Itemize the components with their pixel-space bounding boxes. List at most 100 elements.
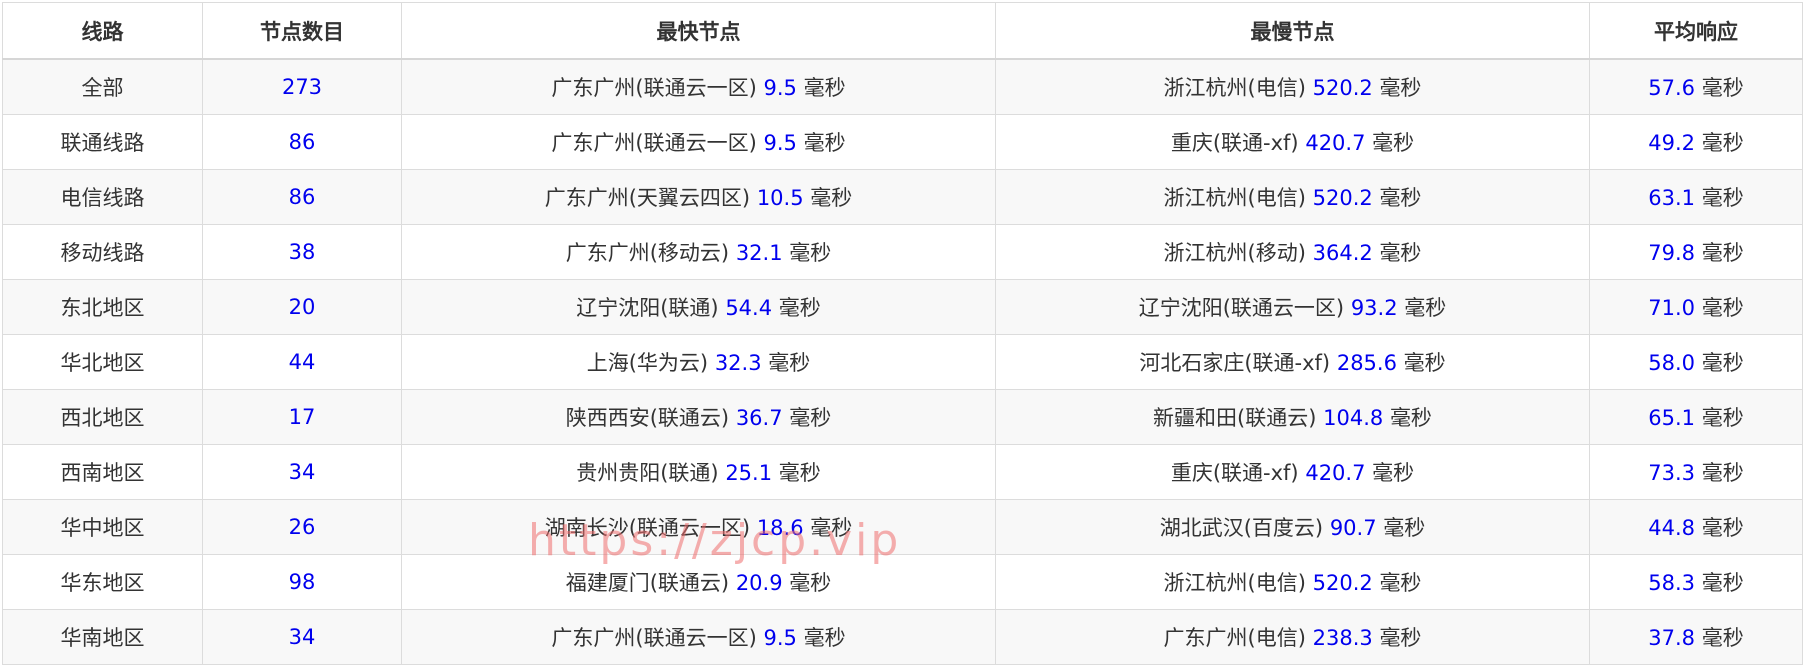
latency-unit: 毫秒: [1372, 131, 1415, 155]
latency-unit: 毫秒: [1701, 241, 1744, 265]
cell-average-response: 44.8 毫秒: [1589, 499, 1803, 555]
table-row: 华南地区 34 广东广州(联通云一区) 9.5 毫秒 广东广州(电信) 238.3 毫…: [2, 609, 1803, 665]
header-slowest-node: 最慢节点: [995, 2, 1590, 60]
latency-unit: 毫秒: [1701, 131, 1744, 155]
cell-node-count: 17: [202, 389, 402, 445]
cell-node-count: 44: [202, 334, 402, 390]
cell-line: 华南地区: [2, 609, 203, 665]
latency-value: 79.8: [1648, 241, 1696, 265]
latency-value: 36.7: [735, 406, 783, 430]
cell-fastest-node: 福建厦门(联通云) 20.9 毫秒: [401, 554, 996, 610]
table-row: 华东地区 98 福建厦门(联通云) 20.9 毫秒 浙江杭州(电信) 520.2 毫秒…: [2, 554, 1803, 610]
latency-unit: 毫秒: [1701, 626, 1744, 650]
latency-unit: 毫秒: [768, 351, 811, 375]
latency-unit: 毫秒: [789, 571, 832, 595]
cell-slowest-node: 广东广州(电信) 238.3 毫秒: [995, 609, 1590, 665]
cell-node-count: 34: [202, 444, 402, 500]
latency-value: 32.3: [714, 351, 762, 375]
table-row: 东北地区 20 辽宁沈阳(联通) 54.4 毫秒 辽宁沈阳(联通云一区) 93.2 毫…: [2, 279, 1803, 335]
latency-value: 420.7: [1305, 131, 1366, 155]
latency-unit: 毫秒: [803, 131, 846, 155]
node-name: 河北石家庄(联通-xf): [1139, 351, 1331, 375]
latency-value: 73.3: [1648, 461, 1696, 485]
cell-fastest-node: 湖南长沙(联通云一区) 18.6 毫秒: [401, 499, 996, 555]
cell-fastest-node: 广东广州(联通云一区) 9.5 毫秒: [401, 609, 996, 665]
latency-value: 285.6: [1336, 351, 1397, 375]
cell-line: 华东地区: [2, 554, 203, 610]
latency-unit: 毫秒: [810, 516, 853, 540]
latency-value: 58.0: [1648, 351, 1696, 375]
node-name: 贵州贵阳(联通): [576, 461, 719, 485]
table-row: 华北地区 44 上海(华为云) 32.3 毫秒 河北石家庄(联通-xf) 285.6 …: [2, 334, 1803, 390]
cell-node-count: 20: [202, 279, 402, 335]
latency-value: 71.0: [1648, 296, 1696, 320]
header-fastest-node: 最快节点: [401, 2, 996, 60]
cell-slowest-node: 浙江杭州(电信) 520.2 毫秒: [995, 554, 1590, 610]
table-row: 移动线路 38 广东广州(移动云) 32.1 毫秒 浙江杭州(移动) 364.2 毫秒…: [2, 224, 1803, 280]
cell-node-count: 86: [202, 169, 402, 225]
table-body: 全部 273 广东广州(联通云一区) 9.5 毫秒 浙江杭州(电信) 520.2 毫秒…: [2, 58, 1803, 665]
latency-unit: 毫秒: [1403, 351, 1446, 375]
node-name: 陕西西安(联通云): [565, 406, 730, 430]
cell-node-count: 26: [202, 499, 402, 555]
cell-fastest-node: 辽宁沈阳(联通) 54.4 毫秒: [401, 279, 996, 335]
latency-unit: 毫秒: [778, 296, 821, 320]
latency-value: 520.2: [1312, 76, 1373, 100]
latency-value: 420.7: [1305, 461, 1366, 485]
latency-value: 58.3: [1648, 571, 1696, 595]
cell-fastest-node: 上海(华为云) 32.3 毫秒: [401, 334, 996, 390]
cell-average-response: 37.8 毫秒: [1589, 609, 1803, 665]
latency-unit: 毫秒: [1701, 571, 1744, 595]
latency-value: 65.1: [1648, 406, 1696, 430]
node-latency-table: 线路 节点数目 最快节点 最慢节点 平均响应 全部 273 广东广州(联通云一区) …: [2, 2, 1803, 665]
latency-unit: 毫秒: [1379, 241, 1422, 265]
node-name: 浙江杭州(电信): [1163, 186, 1306, 210]
table-row: 联通线路 86 广东广州(联通云一区) 9.5 毫秒 重庆(联通-xf) 420.7 …: [2, 114, 1803, 170]
latency-unit: 毫秒: [1379, 186, 1422, 210]
latency-value: 520.2: [1312, 186, 1373, 210]
latency-value: 520.2: [1312, 571, 1373, 595]
cell-fastest-node: 广东广州(联通云一区) 9.5 毫秒: [401, 114, 996, 170]
latency-value: 63.1: [1648, 186, 1696, 210]
latency-unit: 毫秒: [1379, 626, 1422, 650]
latency-unit: 毫秒: [1379, 571, 1422, 595]
node-name: 浙江杭州(电信): [1163, 571, 1306, 595]
table-row: 全部 273 广东广州(联通云一区) 9.5 毫秒 浙江杭州(电信) 520.2 毫秒…: [2, 58, 1803, 115]
latency-unit: 毫秒: [1404, 296, 1447, 320]
cell-node-count: 34: [202, 609, 402, 665]
cell-average-response: 58.0 毫秒: [1589, 334, 1803, 390]
cell-line: 华北地区: [2, 334, 203, 390]
cell-average-response: 73.3 毫秒: [1589, 444, 1803, 500]
latency-unit: 毫秒: [1379, 76, 1422, 100]
latency-value: 10.5: [756, 186, 804, 210]
latency-value: 238.3: [1312, 626, 1373, 650]
cell-slowest-node: 浙江杭州(移动) 364.2 毫秒: [995, 224, 1590, 280]
cell-line: 联通线路: [2, 114, 203, 170]
cell-average-response: 79.8 毫秒: [1589, 224, 1803, 280]
latency-value: 9.5: [763, 626, 797, 650]
latency-unit: 毫秒: [803, 76, 846, 100]
latency-unit: 毫秒: [1372, 461, 1415, 485]
cell-fastest-node: 广东广州(天翼云四区) 10.5 毫秒: [401, 169, 996, 225]
cell-fastest-node: 陕西西安(联通云) 36.7 毫秒: [401, 389, 996, 445]
cell-slowest-node: 浙江杭州(电信) 520.2 毫秒: [995, 169, 1590, 225]
cell-slowest-node: 重庆(联通-xf) 420.7 毫秒: [995, 114, 1590, 170]
cell-line: 东北地区: [2, 279, 203, 335]
latency-unit: 毫秒: [1701, 186, 1744, 210]
cell-average-response: 49.2 毫秒: [1589, 114, 1803, 170]
node-name: 辽宁沈阳(联通): [576, 296, 719, 320]
node-name: 浙江杭州(电信): [1163, 76, 1306, 100]
node-name: 重庆(联通-xf): [1170, 461, 1299, 485]
latency-value: 104.8: [1323, 406, 1384, 430]
node-name: 福建厦门(联通云): [565, 571, 730, 595]
table-row: 西南地区 34 贵州贵阳(联通) 25.1 毫秒 重庆(联通-xf) 420.7 毫秒…: [2, 444, 1803, 500]
latency-value: 25.1: [725, 461, 773, 485]
latency-unit: 毫秒: [1701, 516, 1744, 540]
cell-slowest-node: 浙江杭州(电信) 520.2 毫秒: [995, 58, 1590, 115]
header-average-response: 平均响应: [1589, 2, 1803, 60]
cell-average-response: 57.6 毫秒: [1589, 58, 1803, 115]
cell-line: 全部: [2, 58, 203, 115]
latency-unit: 毫秒: [1701, 351, 1744, 375]
latency-unit: 毫秒: [1383, 516, 1426, 540]
cell-average-response: 58.3 毫秒: [1589, 554, 1803, 610]
